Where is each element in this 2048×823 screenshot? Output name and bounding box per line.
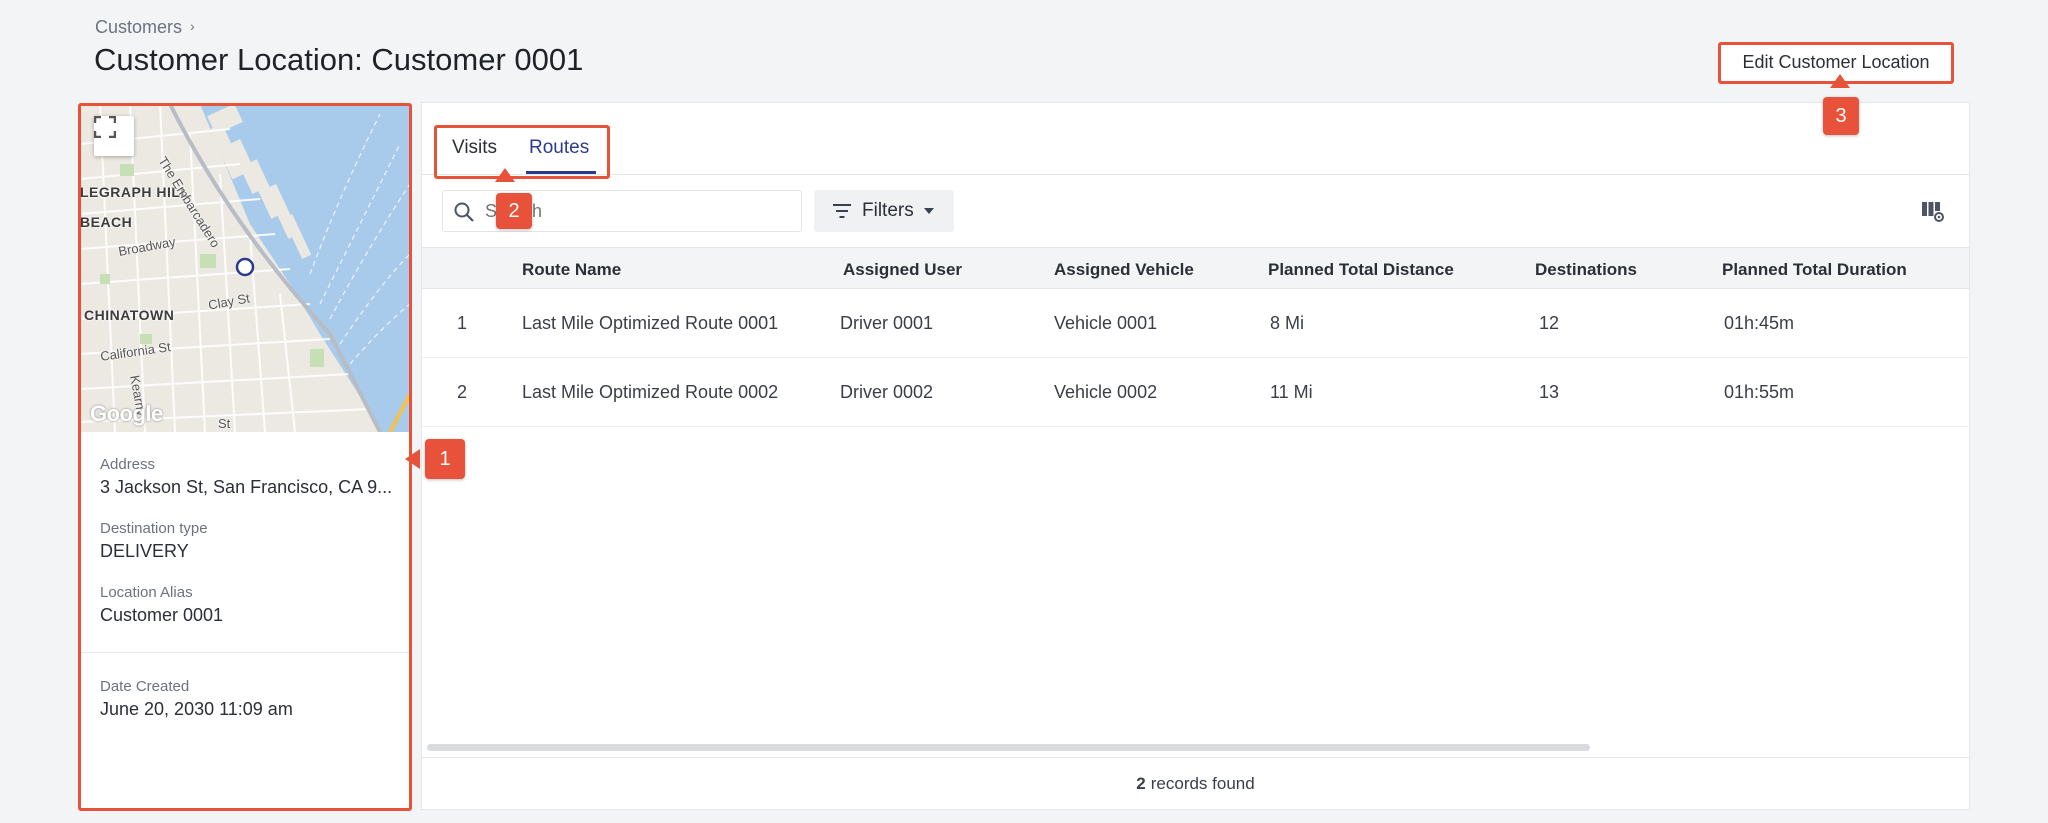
annotation-callout-3: 3 [1823, 97, 1859, 135]
annotation-arrows [405, 74, 1850, 469]
annotation-callout-2: 2 [496, 193, 532, 229]
annotation-callout-1: 1 [425, 439, 465, 479]
